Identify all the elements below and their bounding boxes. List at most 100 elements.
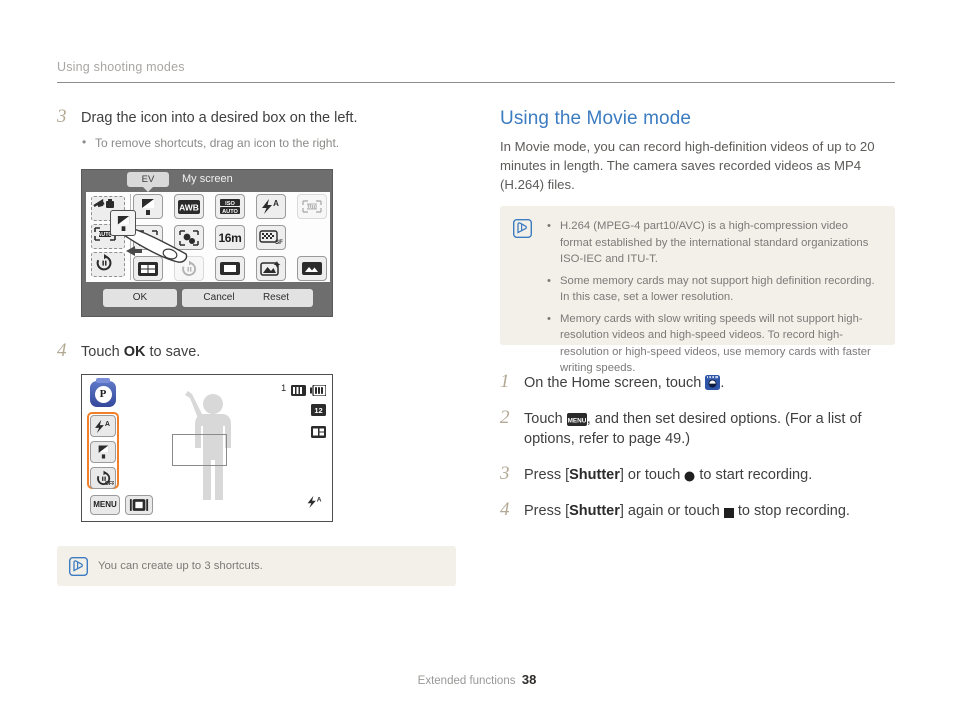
movie-step-2-text: Touch MENU , and then set desired option…: [524, 411, 862, 447]
grid-icon-quality[interactable]: SF: [256, 225, 286, 250]
stop-square-icon: [723, 508, 734, 518]
live-shortcut-ev[interactable]: [90, 441, 116, 463]
image-adjust-icon: [302, 262, 322, 275]
iso-auto-icon: ISO AUTO: [220, 198, 240, 215]
grid-icon-photo-style[interactable]: [256, 256, 286, 281]
movie-step-4-number: 4: [500, 499, 510, 520]
record-dot-icon: [684, 471, 695, 482]
grid-icon-white-balance[interactable]: AWB: [174, 194, 204, 219]
live-shortcut-timer-off[interactable]: OFF: [90, 467, 116, 489]
drag-direction-arrow-tail: [134, 249, 142, 253]
footer-page-number: 38: [521, 672, 537, 687]
photo-style-icon: [259, 261, 280, 276]
reset-button[interactable]: Reset: [239, 289, 313, 307]
svg-text:ISO: ISO: [225, 201, 235, 207]
grid-icon-flash-auto[interactable]: A: [256, 194, 286, 219]
grid-icon-smart-af[interactable]: [174, 225, 204, 250]
ev-icon: [142, 198, 154, 215]
grid-icon-timer[interactable]: [174, 256, 204, 281]
step-4-number: 4: [57, 340, 67, 361]
mode-badge-p: P: [90, 378, 116, 407]
mode-badge-cap: [96, 378, 110, 383]
af-auto-icon-ghost: AUTO: [302, 200, 322, 213]
memory-card-icon: [290, 385, 306, 396]
ev-tooltip: EV: [127, 172, 169, 192]
movie-step-4-before: Press [: [524, 503, 570, 519]
left-note-text: You can create up to 3 shortcuts.: [98, 560, 263, 572]
grid-icon-face-detect[interactable]: OFF: [133, 225, 163, 250]
movie-step-3: 3 Press [Shutter] or touch to start reco…: [500, 463, 885, 485]
grid-icon-image-adjust[interactable]: [297, 256, 327, 281]
svg-text:A: A: [105, 421, 110, 428]
grid-icon-iso[interactable]: ISO AUTO: [215, 194, 245, 219]
movie-mode-icon: [705, 375, 721, 390]
movie-step-4: 4 Press [Shutter] again or touch to stop…: [500, 499, 885, 521]
left-note-box: You can create up to 3 shortcuts.: [57, 546, 456, 586]
movie-step-3-mid: ] or touch: [619, 467, 681, 483]
svg-text:MENU: MENU: [567, 417, 586, 424]
timer-off-icon-ghost: [182, 260, 197, 276]
right-note-list: H.264 (MPEG-4 part10/AVC) is a high-comp…: [547, 218, 882, 382]
grid-icon-af-auto[interactable]: AUTO: [297, 194, 327, 219]
note-pencil-icon: [69, 557, 88, 576]
grid-icon-display[interactable]: [215, 256, 245, 281]
note-bullet-3: Memory cards with slow writing speeds wi…: [547, 311, 882, 377]
note-pencil-icon: [513, 219, 532, 238]
movie-step-4-mid: ] again or touch: [619, 503, 720, 519]
ev-icon: [98, 445, 108, 459]
grid-icon-frame-guide[interactable]: [133, 256, 163, 281]
movie-step-3-text: Press [Shutter] or touch to start record…: [524, 467, 812, 483]
display-icon: [129, 499, 149, 511]
movie-step-1-after: .: [720, 375, 725, 391]
grid-icon-resolution[interactable]: 16m: [215, 225, 245, 250]
step-4-text-after: to save.: [149, 344, 201, 360]
movie-step-3-number: 3: [500, 463, 510, 484]
camera-my-screen-mockup: EV My screen AUTO AWB ISO AUTO A AUTO OF…: [81, 169, 333, 317]
icon-grid: AWB ISO AUTO A AUTO OFF 16m SF: [133, 194, 327, 281]
mode-badge-letter: P: [94, 385, 112, 403]
step-4-ok-label: OK: [123, 344, 146, 360]
af-frame-box: [172, 434, 227, 466]
resolution-label: 16m: [218, 230, 242, 245]
flash-auto-icon: A: [262, 199, 279, 214]
my-screen-title: My screen: [182, 173, 233, 185]
live-shortcut-flash-auto[interactable]: A: [90, 415, 116, 437]
metering-icon: [311, 426, 326, 438]
live-display-button[interactable]: [125, 495, 153, 515]
live-flash-status: A: [306, 495, 324, 514]
movie-mode-intro: In Movie mode, you can record high-defin…: [500, 139, 875, 192]
movie-step-2-before: Touch: [524, 411, 563, 427]
running-title: Using shooting modes: [57, 60, 185, 74]
grid-icon-ev[interactable]: [133, 194, 163, 219]
left-column: 3 Drag the icon into a desired box on th…: [57, 106, 457, 152]
resolution-12m-icon: 12: [311, 404, 326, 416]
shortcut-slot-3[interactable]: [91, 252, 125, 277]
step-4: 4 Touch OK to save.: [57, 340, 457, 362]
right-note-box: H.264 (MPEG-4 part10/AVC) is a high-comp…: [500, 206, 895, 374]
live-menu-button[interactable]: MENU: [90, 495, 120, 515]
svg-text:AUTO: AUTO: [222, 209, 238, 215]
svg-text:OFF: OFF: [146, 241, 156, 247]
movie-step-3-bold: Shutter: [569, 467, 620, 483]
dragged-icon-tile[interactable]: [110, 210, 136, 236]
ok-button[interactable]: OK: [103, 289, 177, 307]
note-bullet-2: Some memory cards may not support high d…: [547, 273, 882, 306]
movie-step-3-after: to start recording.: [699, 467, 813, 483]
white-balance-auto-icon: AWB: [178, 199, 200, 214]
svg-text:AUTO: AUTO: [305, 204, 319, 210]
manual-page: Using shooting modes 3 Drag the icon int…: [0, 0, 954, 720]
quality-sf-icon: SF: [259, 230, 283, 246]
step-4-text: Touch OK to save.: [81, 344, 200, 360]
indicator-row-2: 12: [281, 400, 326, 418]
step-3-bullet: To remove shortcuts, drag an icon to the…: [81, 134, 457, 152]
page-footer: Extended functions 38: [0, 672, 954, 687]
svg-text:A: A: [317, 497, 322, 504]
footer-section: Extended functions: [417, 675, 516, 687]
svg-text:SF: SF: [275, 240, 283, 246]
indicator-row-1: 1: [281, 382, 326, 396]
movie-step-2: 2 Touch MENU , and then set desired opti…: [500, 407, 885, 449]
note-bullet-1: H.264 (MPEG-4 part10/AVC) is a high-comp…: [547, 218, 882, 268]
smart-af-icon: [179, 229, 199, 246]
movie-steps: 1 On the Home screen, touch . 2 Touch ME…: [500, 371, 885, 525]
movie-step-4-after: to stop recording.: [737, 503, 850, 519]
